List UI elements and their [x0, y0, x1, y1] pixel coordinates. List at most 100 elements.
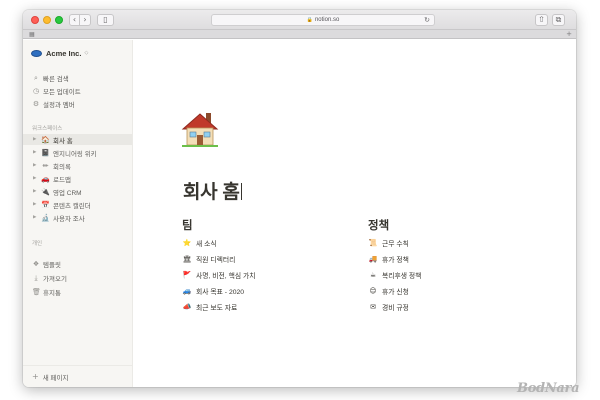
sidebar-page-label: 회사 홈 — [53, 137, 73, 145]
grid-icon[interactable]: ▦ — [29, 31, 35, 38]
lock-icon: 🔒 — [306, 17, 313, 23]
watermark-logo: BodNara — [517, 381, 580, 396]
sidebar-page-label: 회의록 — [53, 163, 71, 171]
new-page-button[interactable]: + 새 페이지 — [23, 365, 132, 387]
sidebar-page-label: 콘텐츠 캘린더 — [53, 202, 91, 210]
sidebar-page-roadmap[interactable]: ▶ 🚗 로드맵 — [23, 173, 132, 184]
team-link-press[interactable]: 📣 최근 보도 자료 — [182, 301, 238, 312]
sidebar-page-label: 엔지니어링 위키 — [53, 150, 97, 158]
policy-link-request-leave[interactable]: 😌 휴가 신청 — [368, 285, 409, 296]
policy-heading: 정책 — [368, 220, 390, 232]
scroll-icon: 📜 — [368, 238, 378, 247]
sidebar-item-label: 설정과 멤버 — [43, 102, 75, 109]
page-title-text: 회사 홈 — [183, 182, 240, 203]
car-icon: 🚙 — [182, 286, 192, 295]
team-link-news[interactable]: ⭐ 새 소식 — [182, 237, 217, 248]
browser-titlebar: ‹ › ▯ 🔒 notion.so ↻ ⇧ ⧉ — [23, 10, 576, 30]
sidebar-item-label: 휴지통 — [43, 290, 61, 297]
search-icon: ⌕ — [34, 73, 38, 82]
minimize-window-button[interactable] — [43, 16, 51, 24]
tabs-overview-icon[interactable]: ⧉ — [552, 14, 565, 26]
calendar-icon: 📅 — [41, 200, 50, 209]
workspace-logo — [31, 49, 42, 57]
sidebar-item-quick-find[interactable]: ⌕ 빠른 검색 — [23, 72, 132, 84]
browser-window: ‹ › ▯ 🔒 notion.so ↻ ⇧ ⧉ ▦ + Acme Inc. ◇ ⌕… — [23, 10, 576, 387]
import-icon: ⤓ — [34, 273, 38, 282]
sidebar-item-label: 가져오기 — [43, 276, 67, 283]
building-icon: 🏛 — [182, 254, 192, 263]
coffee-icon: ☕ — [369, 270, 377, 279]
notebook-icon: 📓 — [41, 148, 50, 157]
workspace-switcher[interactable]: Acme Inc. ◇ — [31, 47, 88, 59]
sidebar-item-trash[interactable]: 🗑 휴지통 — [23, 286, 132, 298]
policy-link-code-of-conduct[interactable]: 📜 근무 수칙 — [368, 237, 409, 248]
relieved-face-icon: 😌 — [369, 286, 377, 295]
sidebar-toggle-icon[interactable]: ▯ — [97, 14, 114, 26]
workspace-name: Acme Inc. — [46, 48, 82, 58]
link-label: 회사 목표 - 2020 — [196, 288, 245, 296]
expand-triangle-icon[interactable]: ▶ — [33, 215, 39, 220]
new-tab-icon[interactable]: + — [565, 30, 573, 38]
sidebar-page-sales-crm[interactable]: ▶ 🔌 영업 CRM — [23, 186, 132, 197]
expand-triangle-icon[interactable]: ▶ — [33, 189, 39, 194]
link-label: 경비 규정 — [382, 304, 409, 312]
gear-icon: ⚙ — [32, 100, 40, 108]
sidebar-page-engineering-wiki[interactable]: ▶ 📓 엔지니어링 위키 — [23, 147, 132, 158]
text-cursor — [240, 183, 242, 200]
close-window-button[interactable] — [31, 16, 39, 24]
share-icon[interactable]: ⇧ — [535, 14, 548, 26]
expand-triangle-icon[interactable]: ▶ — [33, 137, 39, 142]
team-link-mission[interactable]: 🚩 사명, 비전, 핵심 가치 — [182, 269, 256, 280]
trash-icon: 🗑 — [32, 288, 41, 296]
team-link-directory[interactable]: 🏛 직원 디렉터리 — [182, 253, 236, 264]
forward-icon[interactable]: › — [80, 14, 91, 26]
link-label: 휴가 정책 — [382, 256, 409, 264]
policy-link-vacation[interactable]: 🚚 휴가 정책 — [368, 253, 409, 264]
link-label: 휴가 신청 — [382, 288, 409, 296]
expand-triangle-icon[interactable]: ▶ — [33, 176, 39, 181]
sidebar-page-label: 사용자 조사 — [53, 215, 85, 223]
address-bar[interactable]: 🔒 notion.so ↻ — [211, 14, 435, 26]
notion-sidebar: Acme Inc. ◇ ⌕ 빠른 검색 ◷ 모든 업데이트 ⚙ 설정과 멤버 워… — [23, 40, 133, 387]
expand-triangle-icon[interactable]: ▶ — [33, 202, 39, 207]
star-icon: ⭐ — [182, 238, 192, 247]
expand-triangle-icon[interactable]: ▶ — [33, 163, 39, 168]
maximize-window-button[interactable] — [55, 16, 63, 24]
pencil-icon: ✏ — [42, 161, 49, 170]
truck-icon: 🚚 — [368, 254, 378, 263]
team-link-goals[interactable]: 🚙 회사 목표 - 2020 — [182, 285, 244, 296]
new-page-label: 새 페이지 — [42, 374, 69, 382]
sidebar-page-meeting-notes[interactable]: ▶ ✏ 회의록 — [23, 160, 132, 171]
page-title[interactable]: 회사 홈 — [183, 177, 242, 204]
sidebar-item-templates[interactable]: ❖ 템플릿 — [23, 258, 132, 270]
flag-icon: 🚩 — [182, 270, 192, 279]
sidebar-page-user-research[interactable]: ▶ 🔬 사용자 조사 — [23, 212, 132, 223]
link-label: 직원 디렉터리 — [196, 256, 236, 264]
house-icon[interactable] — [180, 110, 220, 148]
plus-icon: + — [32, 372, 39, 381]
page-content: 회사 홈 팀 ⭐ 새 소식 🏛 직원 디렉터리 🚩 사명, 비전, 핵심 가치 … — [133, 40, 576, 387]
policy-link-benefits[interactable]: ☕ 복리후생 정책 — [368, 269, 422, 280]
sidebar-item-settings[interactable]: ⚙ 설정과 멤버 — [23, 98, 132, 110]
expand-triangle-icon[interactable]: ▶ — [33, 150, 39, 155]
sidebar-item-label: 빠른 검색 — [43, 76, 69, 83]
sidebar-page-label: 로드맵 — [53, 176, 71, 184]
workspace-section-label: 워크스페이스 — [32, 126, 63, 132]
sidebar-item-label: 모든 업데이트 — [43, 89, 81, 96]
sidebar-item-import[interactable]: ⤓ 가져오기 — [23, 272, 132, 284]
link-label: 근무 수칙 — [382, 240, 409, 248]
envelope-icon: ✉ — [370, 302, 376, 311]
sidebar-page-company-home[interactable]: ▶ 🏠 회사 홈 — [23, 134, 132, 145]
house-icon: 🏠 — [41, 135, 50, 144]
link-label: 최근 보도 자료 — [196, 304, 238, 312]
clock-icon: ◷ — [32, 87, 40, 95]
back-icon[interactable]: ‹ — [69, 14, 80, 26]
car-icon: 🚗 — [41, 174, 50, 183]
policy-link-expenses[interactable]: ✉ 경비 규정 — [368, 301, 409, 312]
sidebar-page-content-calendar[interactable]: ▶ 📅 콘텐츠 캘린더 — [23, 199, 132, 210]
link-label: 사명, 비전, 핵심 가치 — [196, 272, 256, 280]
team-heading: 팀 — [182, 220, 193, 232]
microscope-icon: 🔬 — [41, 213, 50, 222]
sidebar-item-updates[interactable]: ◷ 모든 업데이트 — [23, 85, 132, 97]
reload-icon[interactable]: ↻ — [424, 15, 430, 25]
